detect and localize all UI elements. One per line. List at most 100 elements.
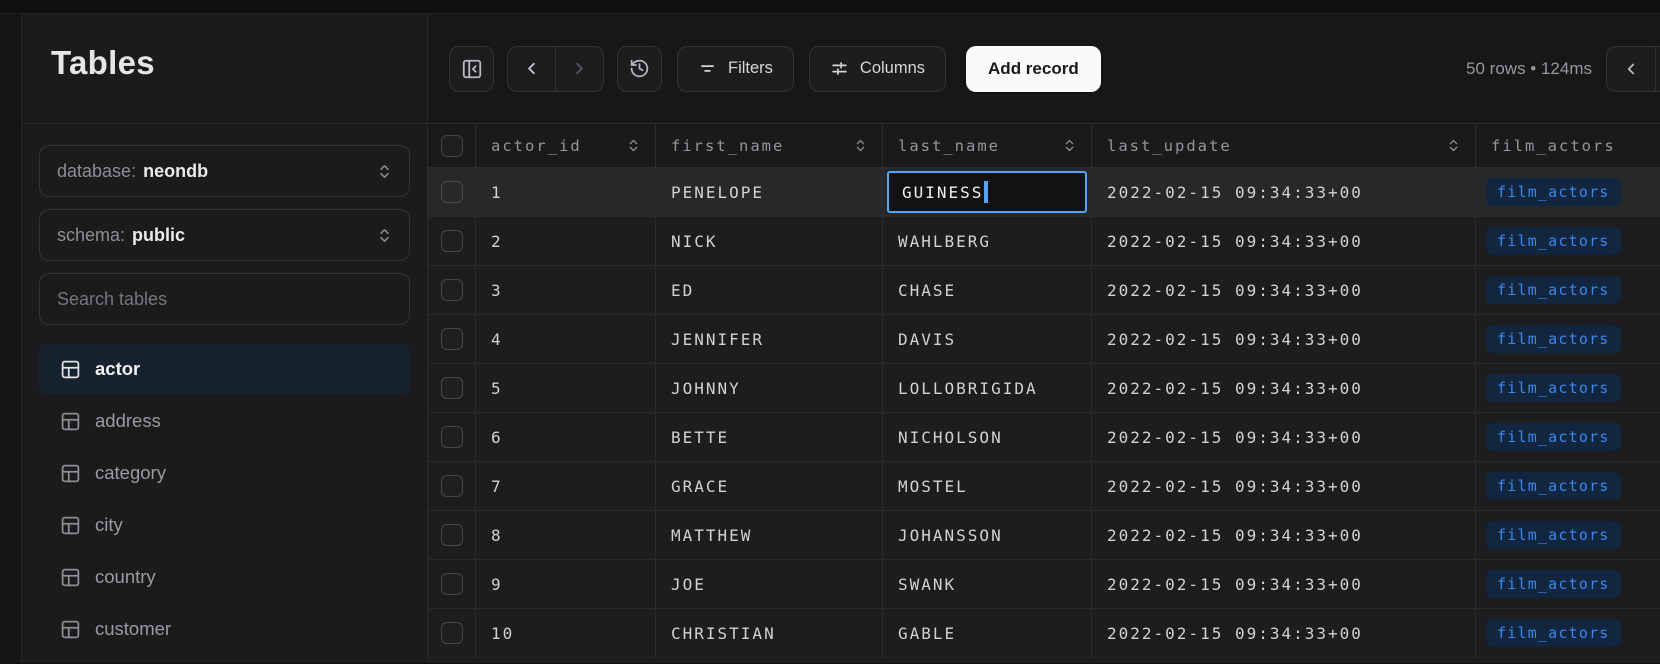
- row-checkbox[interactable]: [441, 377, 463, 399]
- cell-film_actors[interactable]: film_actors: [1476, 511, 1660, 559]
- add-record-button[interactable]: Add record: [966, 46, 1101, 92]
- cell-first_name[interactable]: NICK: [656, 217, 883, 265]
- cell-last_name[interactable]: JOHANSSON: [883, 511, 1092, 559]
- cell-film_actors[interactable]: film_actors: [1476, 609, 1660, 657]
- column-header-last_name[interactable]: last_name: [883, 124, 1092, 167]
- cell-first_name[interactable]: PENELOPE: [656, 168, 883, 216]
- cell-last_update[interactable]: 2022-02-15 09:34:33+00: [1092, 217, 1476, 265]
- column-header-film_actors[interactable]: film_actors: [1476, 124, 1660, 167]
- cell-first_name[interactable]: JOE: [656, 560, 883, 608]
- history-button[interactable]: [617, 46, 662, 92]
- cell-last_name[interactable]: CHASE: [883, 266, 1092, 314]
- row-checkbox[interactable]: [441, 524, 463, 546]
- sort-icon[interactable]: [845, 138, 868, 153]
- cell-actor_id[interactable]: 10: [476, 609, 656, 657]
- cell-first_name[interactable]: CHRISTIAN: [656, 609, 883, 657]
- cell-last_name[interactable]: GABLE: [883, 609, 1092, 657]
- database-select[interactable]: database: neondb: [39, 145, 410, 197]
- sidebar-item-customer[interactable]: customer: [39, 604, 410, 654]
- table-row: 10CHRISTIANGABLE2022-02-15 09:34:33+00 fi…: [428, 609, 1660, 658]
- cell-last_update[interactable]: 2022-02-15 09:34:33+00: [1092, 266, 1476, 314]
- cell-first_name[interactable]: MATTHEW: [656, 511, 883, 559]
- cell-last_name[interactable]: LOLLOBRIGIDA: [883, 364, 1092, 412]
- cell-first_name[interactable]: JENNIFER: [656, 315, 883, 363]
- cell-film_actors[interactable]: film_actors: [1476, 560, 1660, 608]
- sidebar-item-category[interactable]: category: [39, 448, 410, 498]
- cell-first_name[interactable]: ED: [656, 266, 883, 314]
- cell-actor_id[interactable]: 1: [476, 168, 656, 216]
- cell-film_actors[interactable]: film_actors: [1476, 266, 1660, 314]
- cell-film_actors[interactable]: film_actors: [1476, 364, 1660, 412]
- row-checkbox[interactable]: [441, 573, 463, 595]
- film-actors-link[interactable]: film_actors: [1486, 423, 1621, 451]
- sidebar-item-city[interactable]: city: [39, 500, 410, 550]
- previous-page-button[interactable]: [508, 47, 555, 91]
- cell-actor_id[interactable]: 8: [476, 511, 656, 559]
- cell-film_actors[interactable]: film_actors: [1476, 413, 1660, 461]
- cell-last_name[interactable]: WAHLBERG: [883, 217, 1092, 265]
- sort-icon[interactable]: [1438, 138, 1461, 153]
- cell-actor_id[interactable]: 2: [476, 217, 656, 265]
- sidebar-item-country[interactable]: country: [39, 552, 410, 602]
- search-tables-input[interactable]: [40, 274, 409, 324]
- cell-actor_id[interactable]: 6: [476, 413, 656, 461]
- cell-actor_id[interactable]: 3: [476, 266, 656, 314]
- cell-last_update[interactable]: 2022-02-15 09:34:33+00: [1092, 413, 1476, 461]
- cell-editor[interactable]: GUINESS: [887, 171, 1087, 213]
- cell-actor_id[interactable]: 9: [476, 560, 656, 608]
- cell-last_update[interactable]: 2022-02-15 09:34:33+00: [1092, 511, 1476, 559]
- select-all-checkbox[interactable]: [441, 135, 463, 157]
- cell-film_actors[interactable]: film_actors: [1476, 168, 1660, 216]
- columns-button[interactable]: Columns: [809, 46, 946, 92]
- column-header-last_update[interactable]: last_update: [1092, 124, 1476, 167]
- row-checkbox[interactable]: [441, 328, 463, 350]
- film-actors-link[interactable]: film_actors: [1486, 276, 1621, 304]
- cell-last_name[interactable]: SWANK: [883, 560, 1092, 608]
- cell-last_name[interactable]: GUINESS: [883, 168, 1092, 216]
- cell-last_name[interactable]: DAVIS: [883, 315, 1092, 363]
- cell-first_name[interactable]: GRACE: [656, 462, 883, 510]
- row-checkbox[interactable]: [441, 622, 463, 644]
- film-actors-link[interactable]: film_actors: [1486, 521, 1621, 549]
- cell-last_name[interactable]: NICHOLSON: [883, 413, 1092, 461]
- row-checkbox[interactable]: [441, 181, 463, 203]
- sidebar-item-address[interactable]: address: [39, 396, 410, 446]
- row-checkbox[interactable]: [441, 426, 463, 448]
- cell-last_update[interactable]: 2022-02-15 09:34:33+00: [1092, 315, 1476, 363]
- film-actors-link[interactable]: film_actors: [1486, 325, 1621, 353]
- row-checkbox[interactable]: [441, 279, 463, 301]
- cell-film_actors[interactable]: film_actors: [1476, 315, 1660, 363]
- film-actors-link[interactable]: film_actors: [1486, 374, 1621, 402]
- sort-icon[interactable]: [1054, 138, 1077, 153]
- next-page-button[interactable]: [556, 47, 603, 91]
- film-actors-link[interactable]: film_actors: [1486, 570, 1621, 598]
- cell-last_update[interactable]: 2022-02-15 09:34:33+00: [1092, 168, 1476, 216]
- cell-first_name[interactable]: JOHNNY: [656, 364, 883, 412]
- column-header-actor_id[interactable]: actor_id: [476, 124, 656, 167]
- cell-film_actors[interactable]: film_actors: [1476, 217, 1660, 265]
- toggle-sidebar-button[interactable]: [449, 46, 494, 92]
- cell-last_update[interactable]: 2022-02-15 09:34:33+00: [1092, 609, 1476, 657]
- film-actors-link[interactable]: film_actors: [1486, 472, 1621, 500]
- row-checkbox[interactable]: [441, 230, 463, 252]
- schema-select[interactable]: schema: public: [39, 209, 410, 261]
- filters-button[interactable]: Filters: [677, 46, 794, 92]
- row-checkbox[interactable]: [441, 475, 463, 497]
- film-actors-link[interactable]: film_actors: [1486, 619, 1621, 647]
- cell-actor_id[interactable]: 4: [476, 315, 656, 363]
- cell-last_update[interactable]: 2022-02-15 09:34:33+00: [1092, 364, 1476, 412]
- film-actors-link[interactable]: film_actors: [1486, 227, 1621, 255]
- cell-last_name[interactable]: MOSTEL: [883, 462, 1092, 510]
- cell-first_name[interactable]: BETTE: [656, 413, 883, 461]
- cell-actor_id[interactable]: 7: [476, 462, 656, 510]
- sort-icon[interactable]: [618, 138, 641, 153]
- cell-last_update[interactable]: 2022-02-15 09:34:33+00: [1092, 560, 1476, 608]
- chevrons-up-down-icon: [376, 227, 393, 244]
- column-header-first_name[interactable]: first_name: [656, 124, 883, 167]
- sidebar-item-actor[interactable]: actor: [39, 344, 410, 394]
- collapse-panel-button[interactable]: [1606, 46, 1660, 92]
- cell-actor_id[interactable]: 5: [476, 364, 656, 412]
- film-actors-link[interactable]: film_actors: [1486, 178, 1621, 206]
- cell-film_actors[interactable]: film_actors: [1476, 462, 1660, 510]
- cell-last_update[interactable]: 2022-02-15 09:34:33+00: [1092, 462, 1476, 510]
